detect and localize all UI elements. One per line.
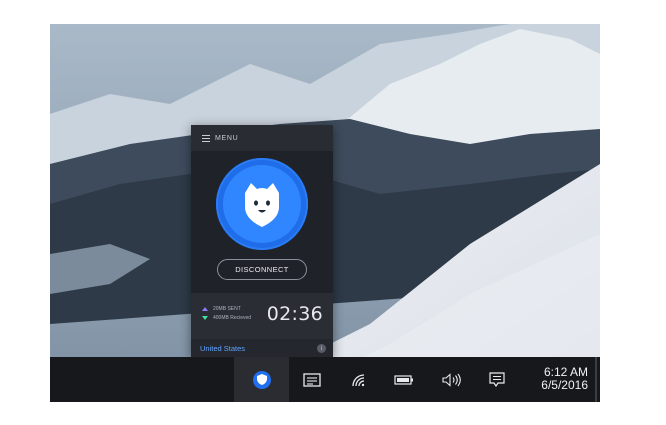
vpn-app-window: MENU DISCONNECT 20MB SENT 400MB Recieved… [191,125,333,358]
tray-battery-button[interactable] [391,357,417,402]
show-desktop-button[interactable] [595,357,597,402]
tray-notes-button[interactable] [299,357,325,402]
notes-icon [303,372,321,387]
tray-volume-button[interactable] [439,357,465,402]
tray-vpn-button[interactable] [234,357,289,402]
shield-mascot-icon [245,183,279,227]
received-stat: 400MB Recieved [202,315,251,321]
up-arrow-icon [202,307,208,311]
menu-button[interactable]: MENU [191,125,238,151]
shield-circle [223,165,301,243]
battery-icon [394,374,413,385]
info-icon[interactable]: i [317,344,326,353]
taskbar-clock[interactable]: 6:12 AM 6/5/2016 [526,366,588,392]
received-label: 400MB Recieved [213,315,252,321]
clock-date: 6/5/2016 [541,378,588,392]
traffic-stats-panel: 20MB SENT 400MB Recieved 02:36 [191,293,333,339]
vpn-connect-toggle[interactable] [216,158,308,250]
down-arrow-icon [202,316,208,320]
sent-stat: 20MB SENT [202,306,241,312]
connection-timer: 02:36 [266,303,323,325]
desktop-screenshot: MENU DISCONNECT 20MB SENT 400MB Recieved… [50,24,600,402]
hamburger-icon [202,134,210,142]
location-label: United States [200,344,246,353]
sent-label: 20MB SENT [213,306,241,312]
location-selector[interactable]: United States i [191,339,333,358]
vpn-header: MENU [191,125,333,151]
menu-label: MENU [215,134,239,142]
disconnect-button[interactable]: DISCONNECT [217,259,307,280]
taskbar: 6:12 AM 6/5/2016 [50,357,600,402]
volume-icon [442,372,461,387]
action-center-icon [489,371,505,387]
wifi-icon [352,373,365,386]
tray-action-center-button[interactable] [484,357,510,402]
vpn-shield-icon [252,370,271,389]
tray-wifi-button[interactable] [347,357,371,402]
